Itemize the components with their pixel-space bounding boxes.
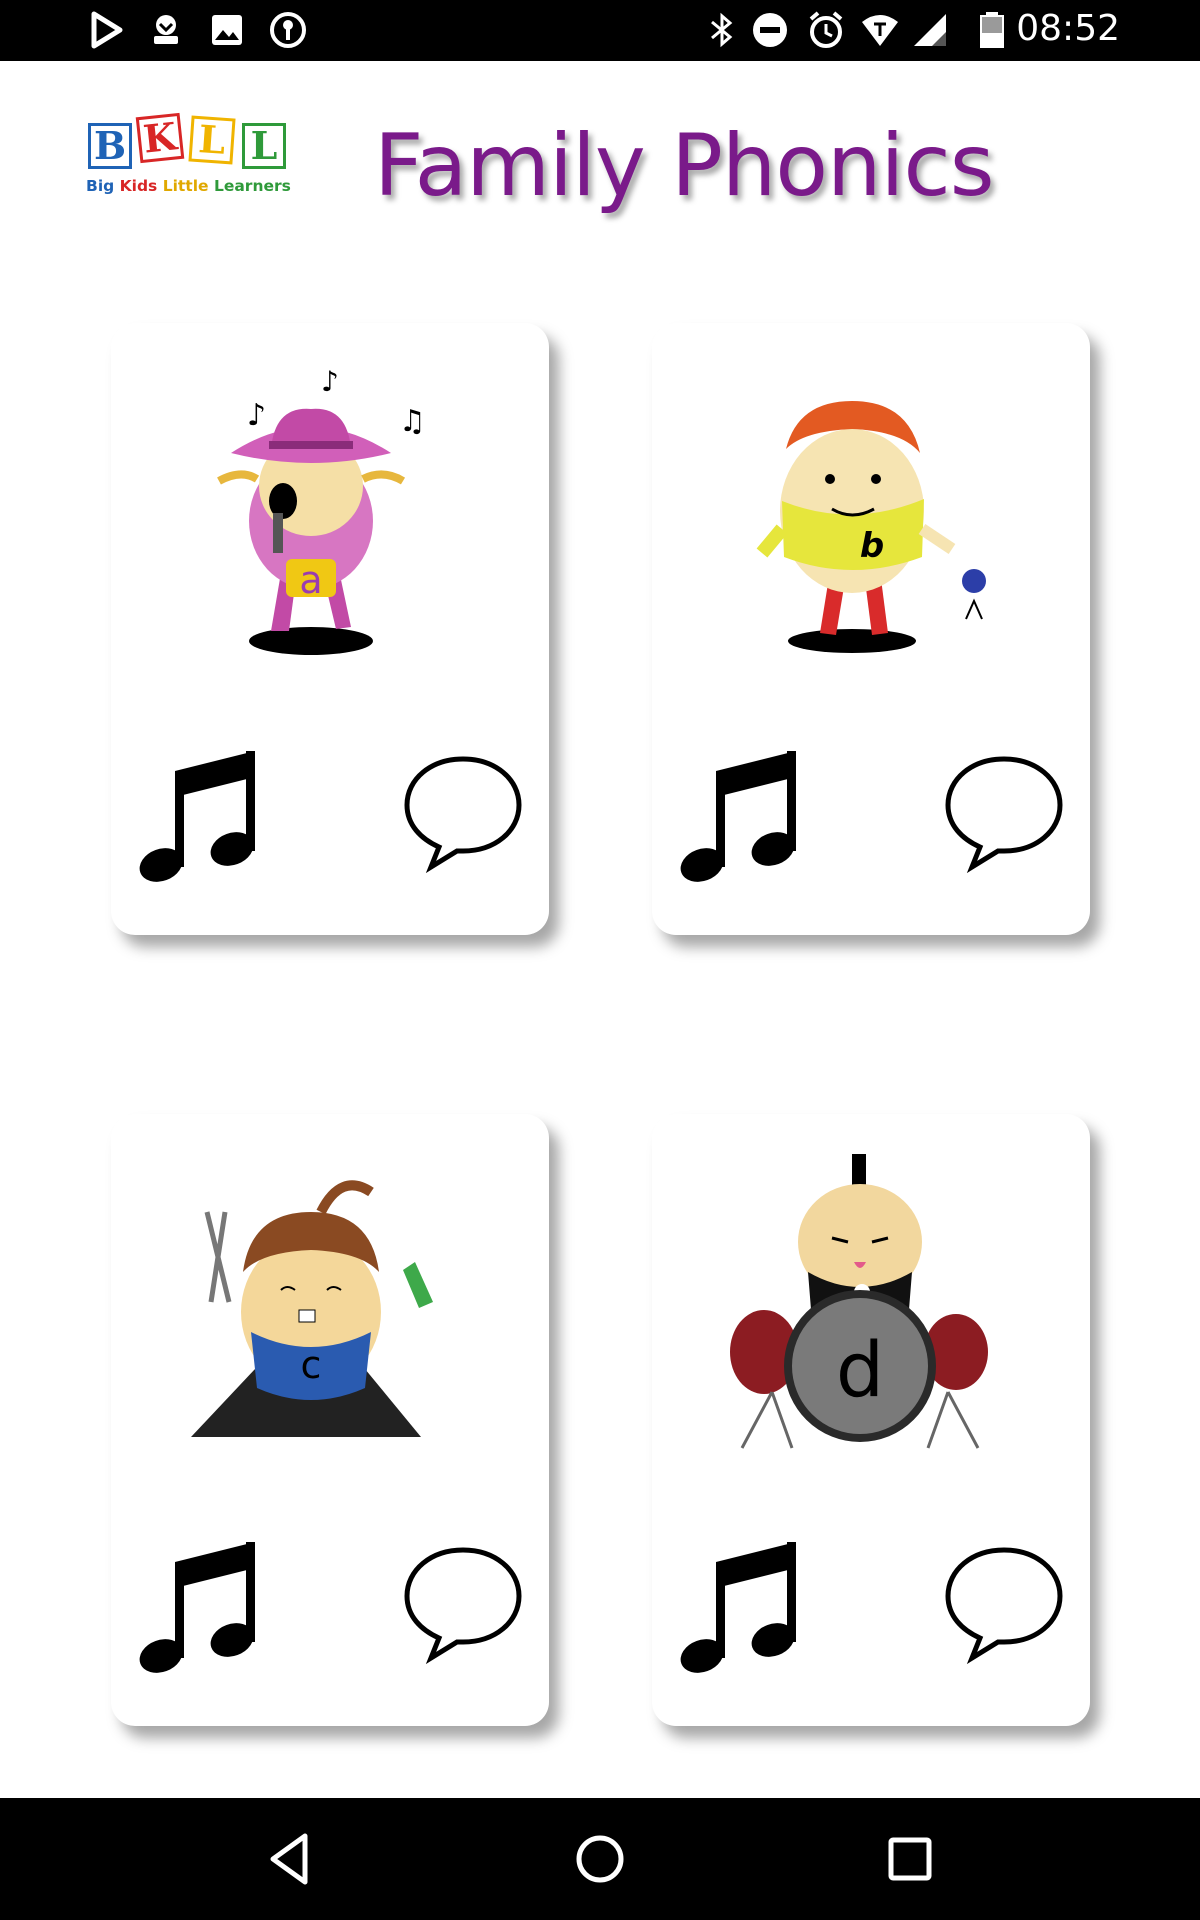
navigation-bar	[0, 1798, 1200, 1920]
logo-blocks: B K L L	[86, 112, 292, 173]
recents-icon[interactable]	[875, 1824, 945, 1894]
speech-bubble-icon[interactable]	[401, 753, 525, 873]
home-icon[interactable]	[565, 1824, 635, 1894]
svg-text:a: a	[299, 558, 322, 602]
logo-tagline: Big Kids Little Learners	[86, 177, 296, 195]
logo-word-big: Big	[86, 177, 115, 195]
character-b-illustration: b	[756, 401, 986, 653]
svg-text:b: b	[860, 526, 884, 566]
logo-letter-l2: L	[242, 123, 286, 169]
battery-icon	[980, 12, 1004, 48]
logo-letter-b: B	[88, 123, 132, 169]
letter-card-a[interactable]: a ♪ ♪ ♫	[111, 323, 549, 935]
speech-bubble-icon[interactable]	[942, 753, 1066, 873]
character-d-illustration: d	[730, 1154, 988, 1449]
back-icon[interactable]	[255, 1824, 325, 1894]
letter-card-c[interactable]: c	[111, 1114, 549, 1726]
character-a-illustration: a ♪ ♪ ♫	[217, 365, 426, 655]
wifi-icon	[862, 15, 898, 46]
music-note-icon[interactable]	[139, 743, 259, 883]
svg-text:♫: ♫	[399, 404, 426, 439]
signal-icon	[914, 14, 946, 46]
svg-text:d: d	[836, 1325, 884, 1414]
bkll-logo: B K L L Big Kids Little Learners	[86, 112, 292, 200]
svg-text:♪: ♪	[321, 365, 339, 398]
character-c-illustration: c	[191, 1180, 433, 1437]
speech-bubble-icon[interactable]	[942, 1544, 1066, 1664]
logo-word-kids: Kids	[119, 177, 158, 195]
status-time: 08:52	[1016, 8, 1120, 49]
logo-word-learners: Learners	[213, 177, 291, 195]
app-title: Family Phonics	[374, 116, 995, 216]
music-note-icon[interactable]	[680, 1534, 800, 1674]
vpn-key-icon	[270, 12, 306, 48]
bluetooth-icon	[711, 12, 733, 48]
status-bar: 08:52	[0, 0, 1200, 61]
image-icon	[212, 15, 242, 45]
speech-bubble-icon[interactable]	[401, 1544, 525, 1664]
logo-letter-k: K	[135, 112, 185, 164]
svg-text:c: c	[301, 1343, 322, 1387]
logo-letter-l1: L	[188, 115, 236, 165]
letter-card-d[interactable]: d	[652, 1114, 1090, 1726]
download-icon	[154, 15, 178, 44]
letter-card-b[interactable]: b	[652, 323, 1090, 935]
svg-text:♪: ♪	[247, 398, 266, 433]
logo-word-little: Little	[162, 177, 209, 195]
music-note-icon[interactable]	[680, 743, 800, 883]
alarm-icon	[809, 11, 843, 48]
do-not-disturb-icon	[753, 13, 787, 47]
music-note-icon[interactable]	[139, 1534, 259, 1674]
play-store-icon	[91, 11, 123, 49]
